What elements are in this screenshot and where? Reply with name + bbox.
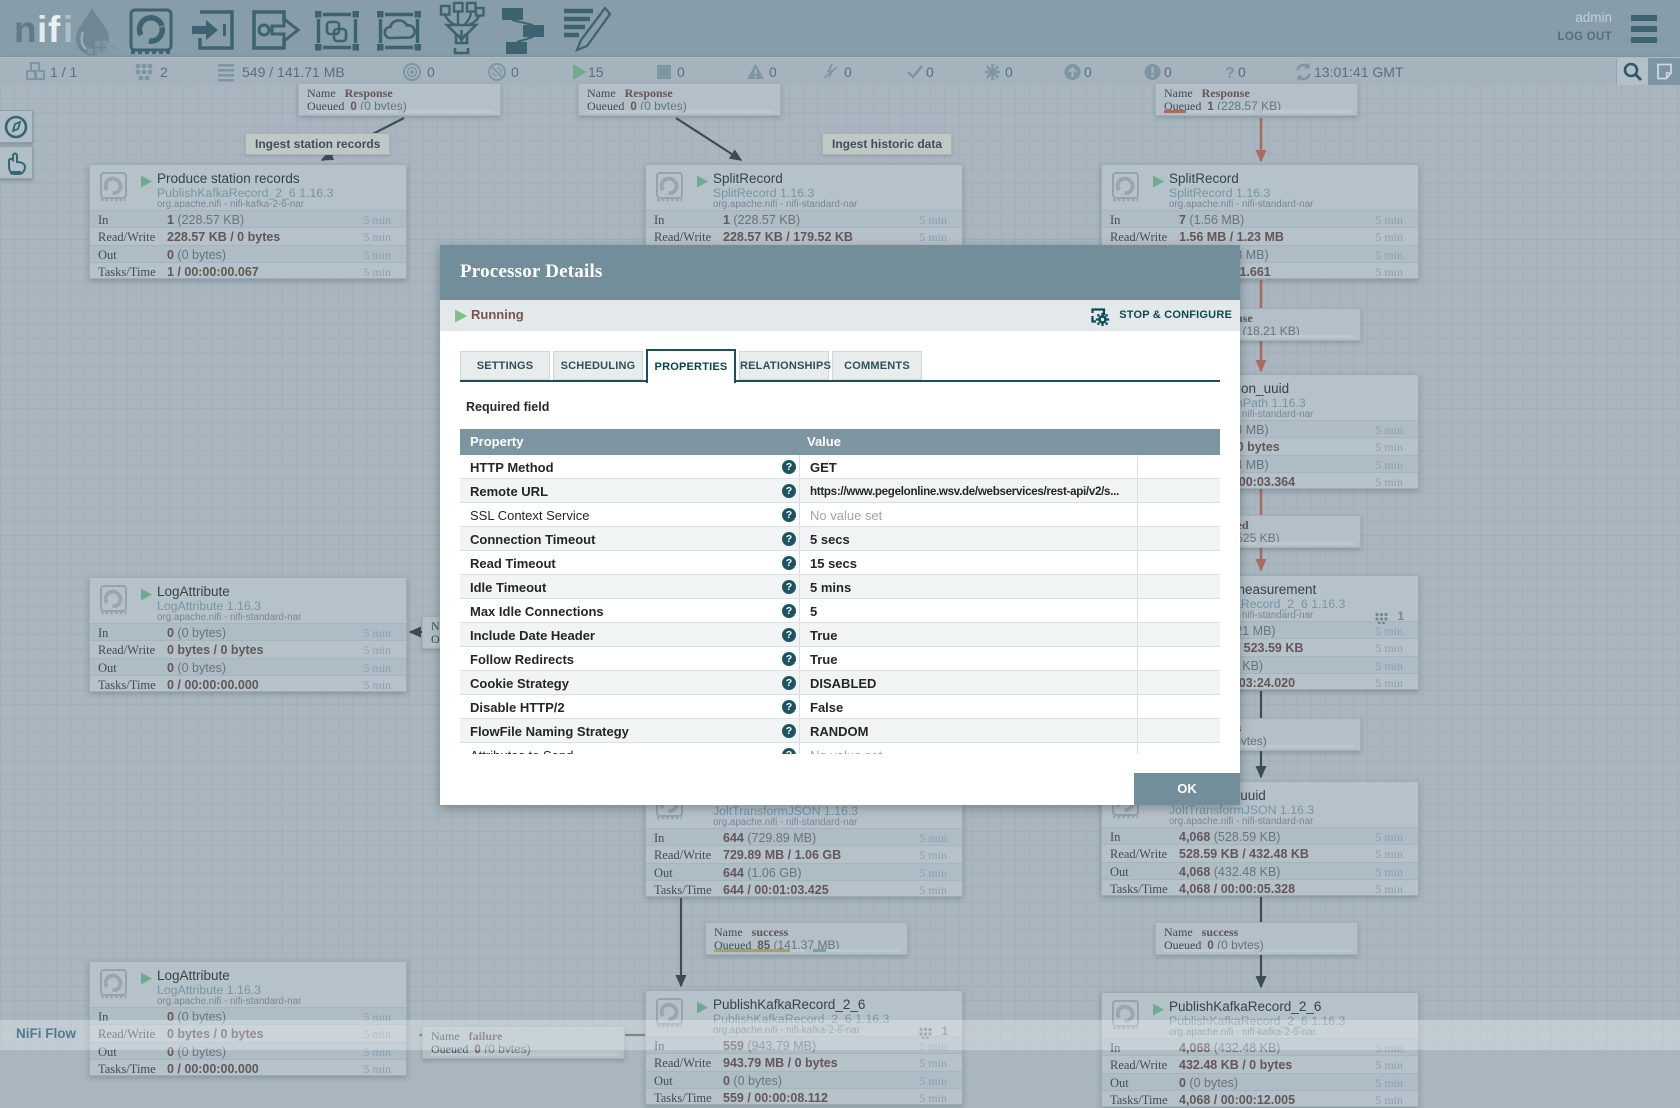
svg-text:i: i [37,9,47,50]
svg-text:n: n [14,9,37,50]
svg-text:?: ? [1225,65,1235,82]
svg-text:f: f [48,9,61,50]
svg-text:i: i [63,9,73,50]
